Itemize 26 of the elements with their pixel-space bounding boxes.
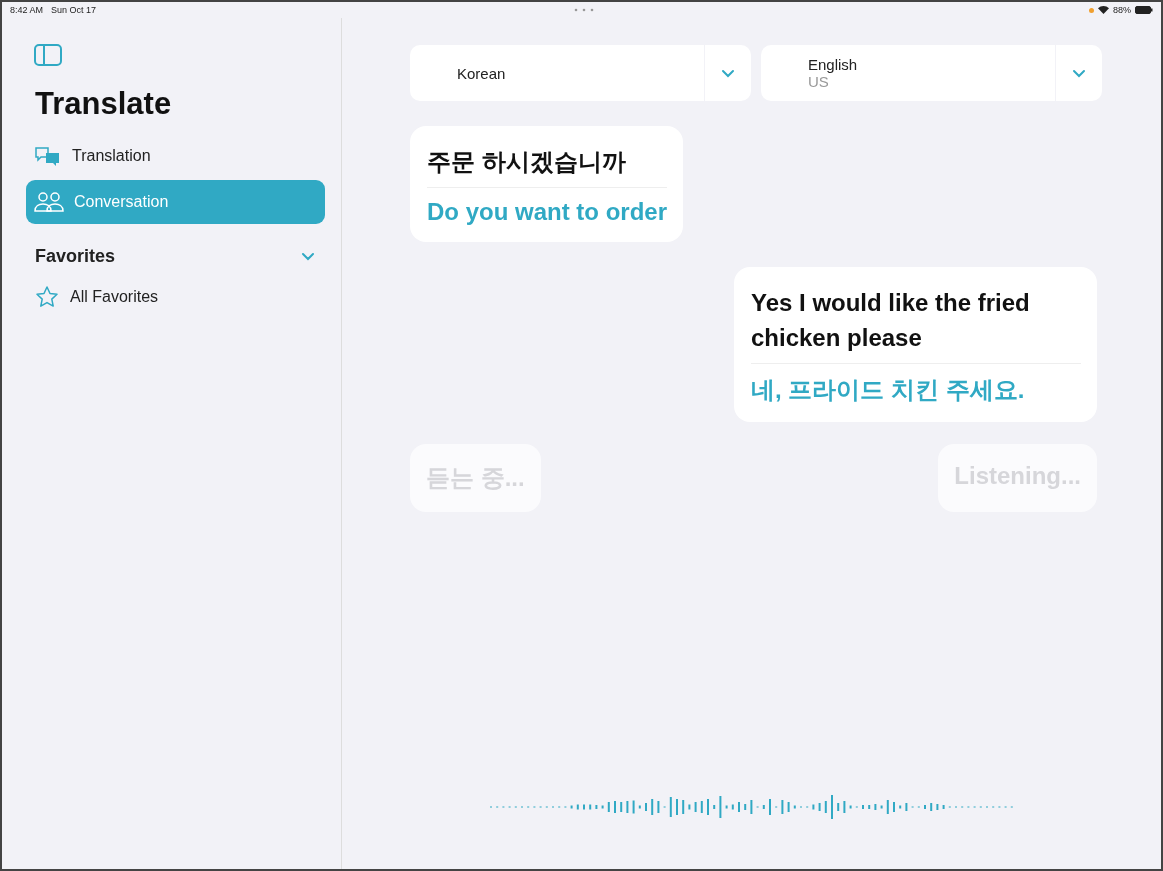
language-region: US (808, 73, 830, 90)
sidebar-item[interactable]: All Favorites (26, 275, 325, 319)
people-icon (34, 191, 64, 213)
status-time: 8:42 AM (10, 5, 44, 15)
sidebar-item[interactable]: Translation (26, 134, 325, 178)
mic-indicator-dot-icon (1089, 7, 1094, 13)
language-picker[interactable]: English US (761, 45, 1102, 101)
translated-text: Do you want to order (427, 198, 667, 226)
favorites-section-header[interactable]: Favorites (35, 246, 315, 267)
app-title: Translate (35, 86, 173, 122)
chevron-down-icon (721, 68, 735, 78)
wifi-icon (1098, 6, 1109, 14)
original-text: Yes I would like the fried chicken please (751, 285, 1081, 364)
original-text: 주문 하시겠습니까 (427, 144, 667, 188)
language-picker[interactable]: Korean (410, 45, 751, 101)
language-name: English (808, 56, 859, 73)
star-icon (34, 285, 60, 309)
chevron-down-icon (1072, 68, 1086, 78)
language-name: Korean (457, 64, 507, 82)
battery-percentage: 88% (1113, 5, 1131, 15)
status-date: Sun Oct 17 (51, 5, 97, 15)
chevron-icon (301, 252, 315, 261)
translated-text: 네, 프라이드 치킨 주세요. (751, 375, 1026, 405)
battery-icon (1135, 6, 1153, 14)
sidebar-toggle-icon[interactable] (34, 44, 62, 66)
translate-bubbles-icon (34, 146, 62, 166)
